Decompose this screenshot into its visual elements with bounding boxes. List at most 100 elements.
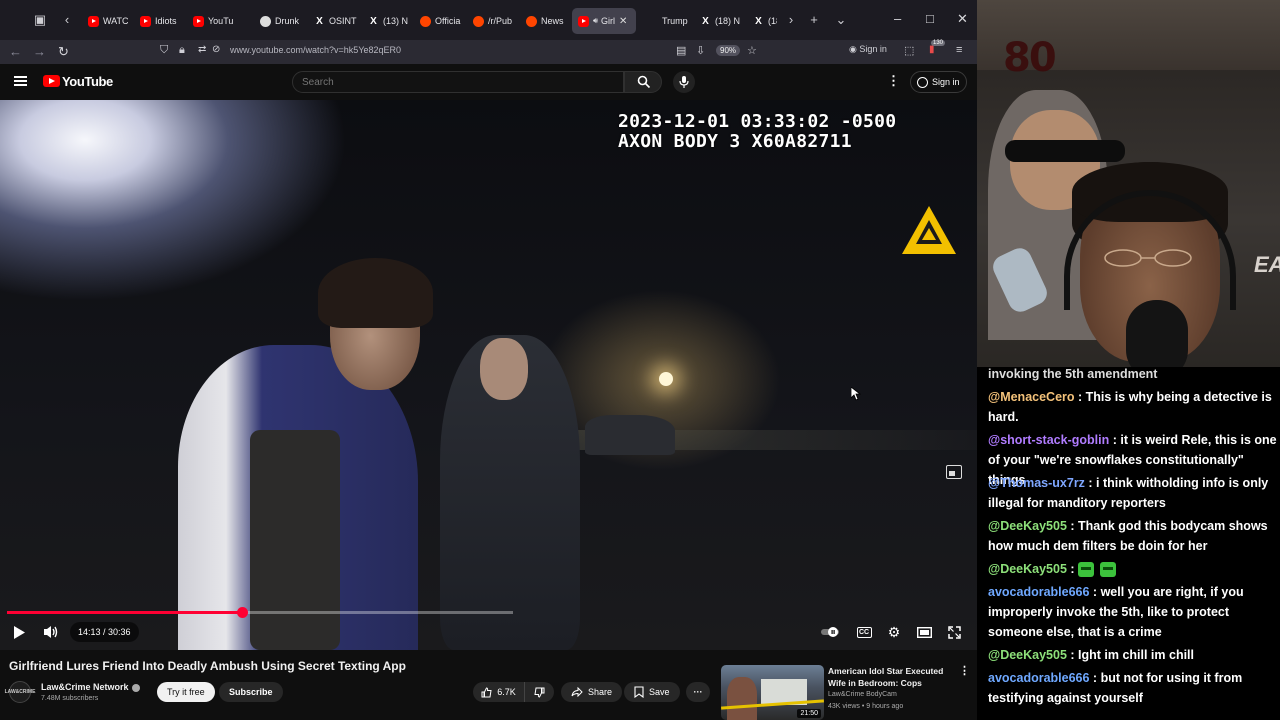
thumbs-down-icon xyxy=(534,687,545,698)
browser-tab[interactable]: Idiots xyxy=(134,8,182,34)
tab-label: Idiots xyxy=(155,16,177,26)
closed-captions-icon: CC xyxy=(856,626,872,638)
browser-tab[interactable]: 🔊︎ Girl ✕ xyxy=(572,8,636,34)
fullscreen-icon xyxy=(947,625,961,639)
chat-username[interactable]: avocadorable666 xyxy=(988,585,1089,599)
guide-menu-icon[interactable] xyxy=(14,76,27,86)
tab-list-icon[interactable]: ▣ xyxy=(32,12,48,28)
chat-separator: : xyxy=(1074,390,1086,404)
tab-label: OSINT xyxy=(329,16,357,26)
like-button[interactable]: 6.7K xyxy=(473,682,525,702)
more-actions-button[interactable]: ··· xyxy=(686,682,710,702)
browser-tab[interactable]: X OSINT xyxy=(308,8,358,34)
chat-username[interactable]: @Thomas-ux7rz xyxy=(988,476,1085,490)
progress-scrubber[interactable] xyxy=(237,607,248,618)
reddit-icon xyxy=(473,15,484,27)
voice-search-button[interactable] xyxy=(673,71,695,93)
fullscreen-button[interactable] xyxy=(942,622,966,642)
progress-bar[interactable] xyxy=(7,607,513,618)
zoom-level[interactable]: 90% xyxy=(716,45,741,56)
recommended-channel[interactable]: Law&Crime BodyCam xyxy=(828,691,897,698)
play-button[interactable] xyxy=(10,622,28,642)
autoplay-blocked-icon[interactable]: ⊘ xyxy=(212,44,220,55)
lock-icon[interactable]: 🔒︎ xyxy=(179,44,185,57)
chat-message: @MenaceCero : This is why being a detect… xyxy=(988,387,1278,427)
reload-icon[interactable]: ↻ xyxy=(58,44,69,60)
progress-fill xyxy=(7,611,242,614)
browser-tab[interactable]: WATC xyxy=(82,8,128,34)
recommended-title[interactable]: American Idol Star Executed Wife in Bedr… xyxy=(828,665,953,689)
app-menu-icon[interactable]: ≡ xyxy=(956,44,962,56)
url-bar[interactable]: www.youtube.com/watch?v=hk5Ye82qER0 xyxy=(230,45,401,55)
reader-view-icon[interactable]: ▤ xyxy=(676,44,686,57)
share-button[interactable]: Share xyxy=(561,682,623,702)
new-tab-icon[interactable]: + xyxy=(806,12,822,28)
video-player[interactable]: 2023-12-01 03:33:02 -0500 AXON BODY 3 X6… xyxy=(0,100,977,650)
browser-tab[interactable]: X (18) xyxy=(747,8,777,34)
recommended-thumbnail[interactable]: 21:50 xyxy=(721,665,824,720)
chat-username[interactable]: @MenaceCero xyxy=(988,390,1075,404)
youtube-logo-text[interactable]: YouTube xyxy=(62,74,113,89)
forward-icon[interactable]: → xyxy=(33,44,46,59)
shield-icon[interactable]: ⛉ xyxy=(160,44,168,57)
chat-username[interactable]: @DeeKay505 xyxy=(988,648,1067,662)
browser-tab[interactable]: News xyxy=(520,8,568,34)
channel-name-row[interactable]: Law&Crime Network xyxy=(41,682,140,692)
maximize-icon[interactable]: □ xyxy=(926,11,934,26)
account-sign-in[interactable]: ◉ Sign in xyxy=(849,44,887,55)
woman-shirt xyxy=(250,430,340,650)
tab-scroll-right-icon[interactable]: › xyxy=(783,12,799,28)
play-icon xyxy=(14,625,25,639)
recommended-duration: 21:50 xyxy=(797,709,821,718)
close-tab-icon[interactable]: ✕ xyxy=(619,16,627,27)
extensions-icon[interactable]: ⬚ xyxy=(904,44,914,57)
stream-chat: invoking the 5th amendment @MenaceCero :… xyxy=(977,367,1280,720)
browser-tab[interactable]: YouTu xyxy=(187,8,249,34)
theater-mode-button[interactable] xyxy=(912,622,936,642)
chevron-down-icon[interactable]: ⌄ xyxy=(833,12,849,28)
back-icon[interactable]: ← xyxy=(9,44,22,59)
mute-button[interactable] xyxy=(40,622,62,642)
speaker-icon[interactable]: 🔊︎ xyxy=(593,16,598,26)
browser-tab[interactable]: Drunk xyxy=(254,8,304,34)
thumbs-up-icon xyxy=(481,686,492,697)
channel-avatar[interactable]: LAW&CRIME xyxy=(5,681,35,703)
close-window-icon[interactable]: ✕ xyxy=(957,11,968,27)
autoplay-toggle[interactable] xyxy=(818,622,842,642)
subtitles-button[interactable]: CC xyxy=(852,622,876,642)
chat-username[interactable]: @DeeKay505 xyxy=(988,519,1067,533)
settings-gear-button[interactable]: ⚙ xyxy=(882,622,906,642)
browser-tab[interactable]: Trump xyxy=(641,8,691,34)
chat-message: avocadorable666 : well you are right, if… xyxy=(988,582,1278,642)
minimize-icon[interactable]: – xyxy=(894,11,901,26)
reddit-icon xyxy=(526,15,537,27)
save-button[interactable]: Save xyxy=(624,682,680,702)
save-to-pocket-icon[interactable]: ⇩ xyxy=(696,44,705,57)
subscribe-button[interactable]: Subscribe xyxy=(219,682,283,702)
browser-tab[interactable]: /r/Pub xyxy=(467,8,517,34)
recommended-more-icon[interactable]: ⋮ xyxy=(959,664,970,677)
chat-message: @DeeKay505 : Ight im chill im chill xyxy=(988,645,1278,665)
miniplayer-expand-icon[interactable] xyxy=(946,465,962,479)
youtube-logo-icon[interactable] xyxy=(43,75,60,87)
browser-tab[interactable]: X (13) N xyxy=(362,8,410,34)
settings-kebab-icon[interactable]: ⋮ xyxy=(887,73,900,89)
browser-tab[interactable]: Officia xyxy=(414,8,464,34)
chat-username[interactable]: @DeeKay505 xyxy=(988,562,1067,576)
search-button[interactable] xyxy=(624,71,662,93)
dislike-button[interactable] xyxy=(525,682,554,702)
gear-icon: ⚙ xyxy=(887,623,901,640)
bodycam-timestamp: 2023-12-01 03:33:02 -0500 xyxy=(618,111,897,132)
chat-username[interactable]: avocadorable666 xyxy=(988,671,1089,685)
search-input[interactable] xyxy=(292,71,624,93)
permissions-icon[interactable]: ⇄ xyxy=(198,44,206,55)
chat-username[interactable]: @short-stack-goblin xyxy=(988,433,1109,447)
bookmark-star-icon[interactable]: ☆ xyxy=(747,44,757,57)
try-it-free-button[interactable]: Try it free xyxy=(157,682,215,702)
youtube-sign-in-button[interactable]: Sign in xyxy=(910,71,967,93)
recommended-meta: 43K views • 9 hours ago xyxy=(828,703,904,710)
tab-scroll-left-icon[interactable]: ‹ xyxy=(59,12,75,28)
channel-name[interactable]: Law&Crime Network xyxy=(41,682,129,692)
browser-tab[interactable]: X (18) N xyxy=(694,8,744,34)
tab-label: (18) N xyxy=(715,16,741,26)
